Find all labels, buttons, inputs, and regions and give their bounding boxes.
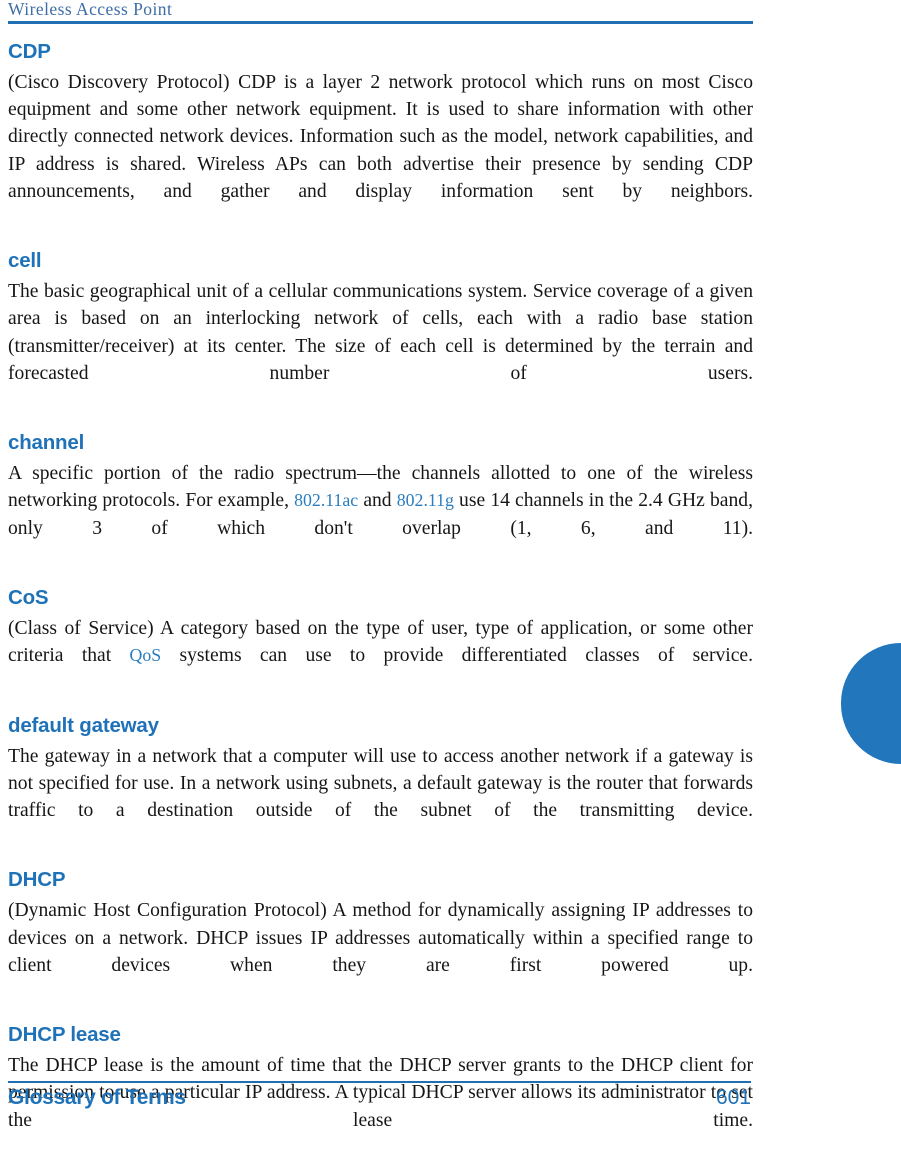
term-heading-default-gateway: default gateway (8, 713, 159, 737)
cross-reference-link-qos[interactable]: QoS (130, 645, 162, 665)
glossary-entry-default-gateway: default gateway The gateway in a network… (8, 714, 753, 852)
term-definition-default-gateway: The gateway in a network that a computer… (8, 743, 753, 852)
term-heading-channel: channel (8, 431, 85, 455)
definition-text: (Cisco Discovery Protocol) CDP is a laye… (8, 72, 753, 202)
footer-section-title: Glossary of Terms (8, 1086, 186, 1109)
running-header: Wireless Access Point (8, 0, 173, 19)
term-definition-channel: A specific portion of the radio spectrum… (8, 460, 753, 569)
term-heading-cell: cell (8, 249, 42, 273)
thumb-index-tab (841, 643, 901, 764)
term-definition-dhcp: (Dynamic Host Configuration Protocol) A … (8, 897, 753, 1006)
glossary-entry-cell: cell The basic geographical unit of a ce… (8, 249, 753, 414)
term-definition-cdp: (Cisco Discovery Protocol) CDP is a laye… (8, 69, 753, 232)
term-heading-cdp: CDP (8, 40, 51, 63)
glossary-content: CDP (Cisco Discovery Protocol) CDP is a … (8, 40, 753, 1161)
term-heading-cos: CoS (8, 586, 49, 610)
glossary-entry-channel: channel A specific portion of the radio … (8, 431, 753, 569)
definition-text: and (358, 490, 397, 512)
glossary-entry-cdp: CDP (Cisco Discovery Protocol) CDP is a … (8, 40, 753, 232)
footer-rule (8, 1081, 751, 1083)
term-heading-dhcp: DHCP (8, 868, 66, 892)
document-page: Wireless Access Point CDP (Cisco Discove… (0, 0, 901, 1131)
definition-text: The basic geographical unit of a cellula… (8, 281, 753, 384)
definition-text: The gateway in a network that a computer… (8, 745, 753, 822)
footer-page-number: 601 (715, 1086, 751, 1109)
cross-reference-link-802-11g[interactable]: 802.11g (397, 490, 454, 510)
glossary-entry-cos: CoS (Class of Service) A category based … (8, 586, 753, 697)
glossary-entry-dhcp: DHCP (Dynamic Host Configuration Protoco… (8, 868, 753, 1006)
page-footer: Glossary of Terms 601 (8, 1086, 751, 1110)
term-definition-cell: The basic geographical unit of a cellula… (8, 278, 753, 414)
term-definition-cos: (Class of Service) A category based on t… (8, 615, 753, 697)
term-heading-dhcp-lease: DHCP lease (8, 1023, 121, 1047)
header-rule (8, 21, 753, 24)
cross-reference-link-802-11ac[interactable]: 802.11ac (294, 490, 358, 510)
definition-text: systems can use to provide differentiate… (161, 645, 754, 667)
definition-text: (Dynamic Host Configuration Protocol) A … (8, 900, 753, 976)
